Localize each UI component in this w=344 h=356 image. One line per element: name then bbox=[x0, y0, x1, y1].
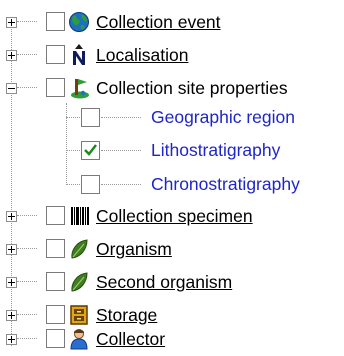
tree-node-geographic-region[interactable]: Geographic region bbox=[0, 104, 344, 138]
organism-label[interactable]: Organism bbox=[96, 239, 172, 259]
tree-connector-branch bbox=[17, 281, 37, 282]
globe-icon bbox=[69, 12, 89, 32]
collection-event-label[interactable]: Collection event bbox=[96, 12, 221, 32]
collector-label[interactable]: Collector bbox=[96, 329, 165, 349]
collection-site-properties-label[interactable]: Collection site properties bbox=[96, 78, 288, 98]
collection-specimen-checkbox[interactable] bbox=[46, 206, 65, 225]
collector-checkbox[interactable] bbox=[46, 329, 65, 348]
second-organism-checkbox[interactable] bbox=[46, 272, 65, 291]
expand-collector-button[interactable] bbox=[6, 334, 17, 345]
tree-connector-branch bbox=[17, 314, 37, 315]
expand-organism-button[interactable] bbox=[6, 244, 17, 255]
expand-collection-specimen-button[interactable] bbox=[6, 211, 17, 222]
tree-connector-branch bbox=[17, 215, 37, 216]
checkmark-icon bbox=[84, 144, 97, 156]
tree-node-organism[interactable]: Organism bbox=[0, 232, 344, 266]
tree-node-collection-site-properties[interactable]: Collection site properties bbox=[0, 71, 344, 105]
barcode-icon bbox=[71, 207, 89, 225]
collection-specimen-label[interactable]: Collection specimen bbox=[96, 206, 253, 226]
geographic-region-checkbox[interactable] bbox=[81, 108, 100, 127]
lithostratigraphy-label[interactable]: Lithostratigraphy bbox=[151, 140, 280, 160]
tree-connector-branch bbox=[17, 87, 37, 88]
expand-storage-button[interactable] bbox=[6, 310, 17, 321]
expand-second-organism-button[interactable] bbox=[6, 277, 17, 288]
tree-node-collection-specimen[interactable]: Collection specimen bbox=[0, 199, 344, 233]
tree-connector-branch bbox=[17, 21, 37, 22]
site-properties-icon bbox=[71, 79, 89, 99]
leaf-icon bbox=[71, 272, 88, 292]
tree-node-second-organism[interactable]: Second organism bbox=[0, 265, 344, 299]
north-arrow-icon bbox=[73, 44, 85, 65]
tree-node-localisation[interactable]: Localisation bbox=[0, 38, 344, 72]
leaf-icon bbox=[71, 239, 88, 259]
tree-node-lithostratigraphy[interactable]: Lithostratigraphy bbox=[0, 137, 344, 171]
lithostratigraphy-checkbox[interactable] bbox=[81, 141, 100, 160]
chronostratigraphy-label[interactable]: Chronostratigraphy bbox=[151, 174, 300, 194]
localisation-checkbox[interactable] bbox=[46, 45, 65, 64]
tree-connector-branch bbox=[17, 248, 37, 249]
geographic-region-label[interactable]: Geographic region bbox=[151, 107, 295, 127]
chronostratigraphy-checkbox[interactable] bbox=[81, 175, 100, 194]
person-icon bbox=[70, 329, 88, 350]
collapse-collection-site-properties-button[interactable] bbox=[6, 83, 17, 94]
tree-node-collection-event[interactable]: Collection event bbox=[0, 5, 344, 39]
expand-collection-event-button[interactable] bbox=[6, 17, 17, 28]
expand-localisation-button[interactable] bbox=[6, 50, 17, 61]
tree-node-collector[interactable]: Collector bbox=[0, 322, 344, 356]
tree-connector-branch bbox=[17, 54, 37, 55]
tree-connector-branch bbox=[17, 338, 37, 339]
second-organism-label[interactable]: Second organism bbox=[96, 272, 232, 292]
tree-view: Collection event Localisation Collection… bbox=[0, 0, 344, 356]
collection-site-properties-checkbox[interactable] bbox=[46, 78, 65, 97]
localisation-label[interactable]: Localisation bbox=[96, 45, 188, 65]
collection-event-checkbox[interactable] bbox=[46, 12, 65, 31]
organism-checkbox[interactable] bbox=[46, 239, 65, 258]
